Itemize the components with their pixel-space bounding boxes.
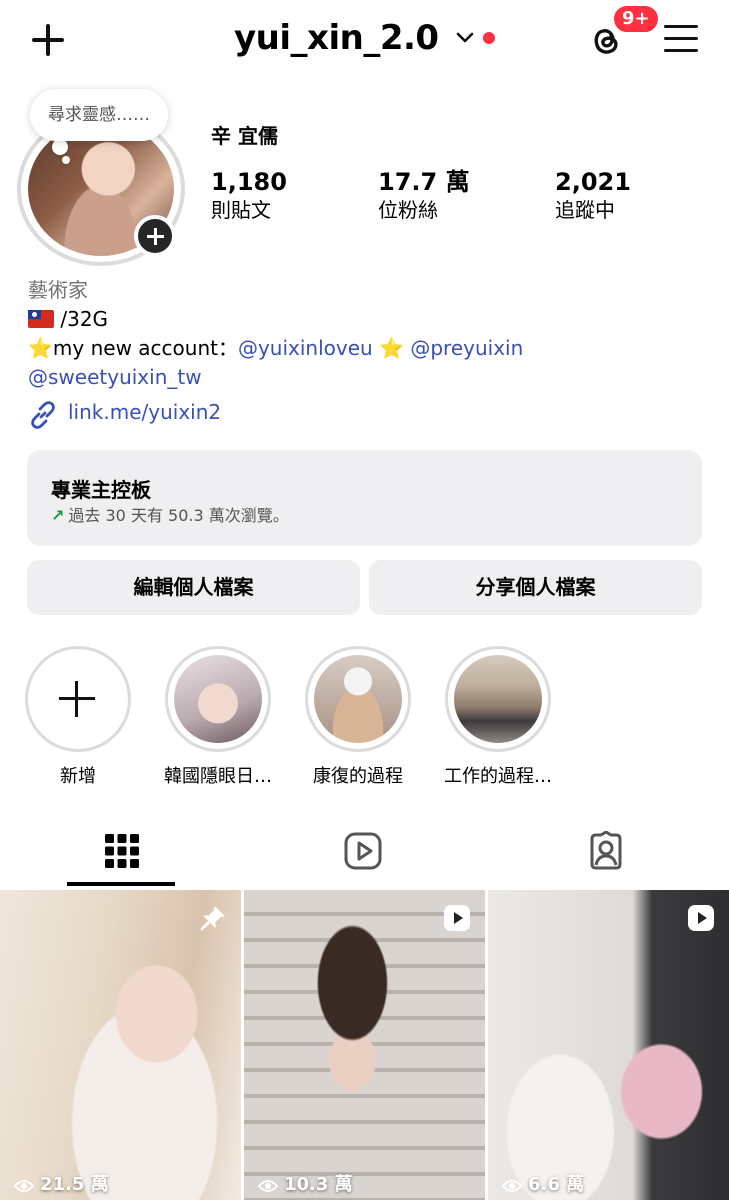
bio-line-1: /32G [28,305,108,333]
chevron-down-icon[interactable] [454,26,476,48]
pin-icon [200,906,225,931]
mention-link[interactable]: @preyuixin [410,336,523,360]
reels-icon [344,832,382,870]
share-profile-button[interactable]: 分享個人檔案 [369,560,702,615]
unread-dot [483,32,495,44]
post-views-count: 21.5 萬 [40,1174,109,1195]
active-tab-indicator [67,882,175,886]
create-plus-icon[interactable] [28,20,68,60]
post-tile-2[interactable]: 10.3 萬 [244,890,485,1200]
bio-category: 藝術家 [28,278,88,302]
note-bubble-tail-small [62,156,70,164]
bio-line-1-text: /32G [60,307,109,331]
grid-icon [105,834,139,868]
views-eye-icon [257,1180,279,1192]
tagged-icon [590,831,622,870]
dashboard-title: 專業主控板 [51,478,151,502]
taiwan-flag-icon [28,310,54,328]
highlight-label: 新增 [60,766,96,787]
profile-header: yui_xin_2.0 9+ [0,0,729,82]
professional-dashboard[interactable]: 專業主控板 ↗ 過去 30 天有 50.3 萬次瀏覽。 [27,450,702,546]
highlight-cover [314,655,402,743]
bio-line-2: ⭐my new account：@yuixinloveu ⭐ @preyuixi… [28,334,523,362]
bio-line-3: @sweetyuixin_tw [28,363,202,391]
note-bubble-tail [52,139,68,155]
post-tile-3[interactable]: 6.6 萬 [488,890,729,1200]
stat-following[interactable]: 2,021 追蹤中 [555,168,631,224]
notification-badge: 9+ [611,3,661,35]
mention-link[interactable]: @yuixinloveu [238,336,373,360]
profile-link-text[interactable]: link.me/yuixin2 [68,400,221,424]
post-views-count: 10.3 萬 [284,1174,353,1195]
stat-posts[interactable]: 1,180 則貼文 [211,168,287,224]
bio-line-2-prefix: my new account： [52,336,238,360]
post-views: 6.6 萬 [501,1170,585,1196]
dashboard-subtitle: ↗ 過去 30 天有 50.3 萬次瀏覽。 [51,502,289,526]
star-icon: ⭐ [28,336,53,360]
stat-followers-label: 位粉絲 [378,198,438,222]
stat-followers-value: 17.7 萬 [378,168,470,196]
stat-posts-label: 則貼文 [211,198,271,222]
highlight-label: 康復的過程 [313,766,403,787]
post-views: 10.3 萬 [257,1170,353,1196]
tab-tagged[interactable] [486,818,729,888]
views-eye-icon [501,1180,523,1192]
post-tile-1[interactable]: 21.5 萬 [0,890,241,1200]
reel-icon [688,905,714,931]
highlight-cover [174,655,262,743]
link-icon [31,401,55,429]
hamburger-menu-icon[interactable] [664,22,700,56]
tab-posts-grid[interactable] [0,818,243,888]
stat-followers[interactable]: 17.7 萬 位粉絲 [378,168,470,224]
reel-icon [444,905,470,931]
post-views-count: 6.6 萬 [528,1174,585,1195]
full-name: 辛 宜儒 [211,124,278,148]
username-title[interactable]: yui_xin_2.0 [234,18,439,58]
stat-following-value: 2,021 [555,168,631,196]
tab-reels[interactable] [243,818,486,888]
highlight-label: 韓國隱眼日… [164,766,272,787]
views-eye-icon [13,1180,35,1192]
mention-link[interactable]: @sweetyuixin_tw [28,365,202,389]
plus-icon [59,681,95,717]
highlight-cover [454,655,542,743]
add-story-icon[interactable] [134,215,176,257]
post-views: 21.5 萬 [13,1170,109,1196]
stat-posts-value: 1,180 [211,168,287,196]
trend-up-icon: ↗ [51,506,65,525]
dashboard-subtitle-text: 過去 30 天有 50.3 萬次瀏覽。 [68,506,289,525]
highlight-label: 工作的過程… [444,766,552,787]
star-icon: ⭐ [379,336,404,360]
stat-following-label: 追蹤中 [555,198,615,222]
edit-profile-button[interactable]: 編輯個人檔案 [27,560,360,615]
note-bubble[interactable]: 尋求靈感…… [30,89,168,141]
